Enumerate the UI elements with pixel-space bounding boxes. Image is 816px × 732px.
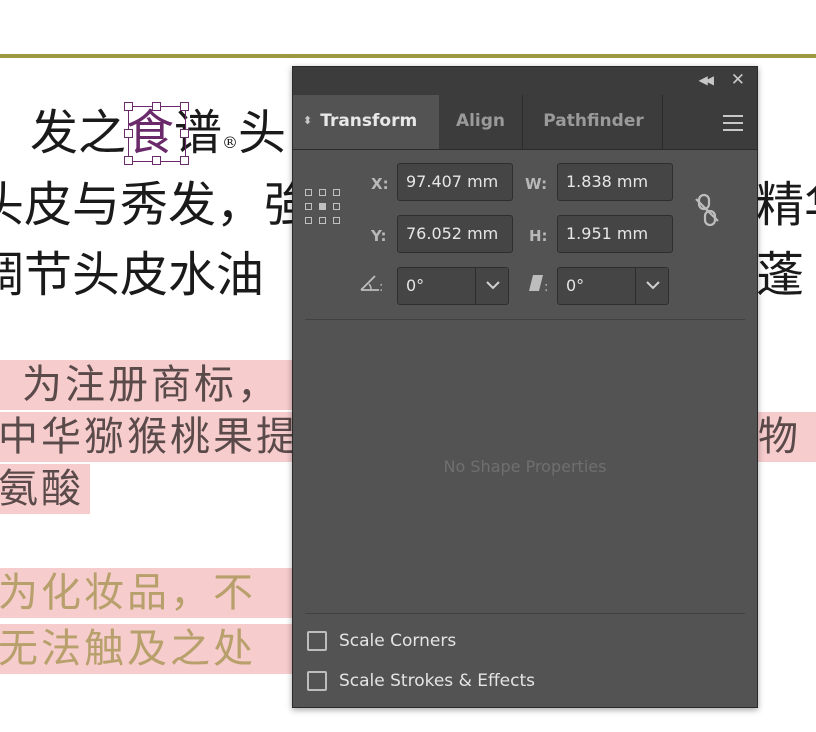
selected-glyph[interactable]: 食 xyxy=(124,98,190,168)
top-rule xyxy=(0,54,816,58)
doc-text: 发之 xyxy=(30,105,127,161)
doc-line-1: 发之食 谱®头 xyxy=(30,98,286,168)
gold-text-2: 无法触及之处 xyxy=(0,626,256,672)
doc-line-2-right: 精华 xyxy=(756,177,816,233)
tab-align[interactable]: Align xyxy=(439,95,523,149)
scale-strokes-label[interactable]: Scale Strokes & Effects xyxy=(339,671,535,691)
selection-handle[interactable] xyxy=(180,102,190,111)
selection-frame xyxy=(128,106,187,162)
highlight-text-3: 氨酸 xyxy=(0,466,84,512)
highlight-text-2-right: 物 xyxy=(758,414,801,460)
registered-mark: ® xyxy=(222,133,239,152)
panel-tabs: ⬍ Transform Align Pathfinder xyxy=(293,95,757,150)
y-field[interactable]: 76.052 mm xyxy=(397,215,513,253)
highlight-text-2: 中华猕猴桃果提 xyxy=(0,414,299,460)
selection-handle[interactable] xyxy=(152,102,162,111)
doc-line-2: 头皮与秀发，強 xyxy=(0,177,313,233)
divider xyxy=(305,319,745,320)
selection-handle[interactable] xyxy=(152,156,162,165)
scale-corners-label[interactable]: Scale Corners xyxy=(339,631,456,651)
tab-label: Transform xyxy=(320,111,418,131)
divider xyxy=(305,613,745,614)
doc-line-3: 调节头皮水油 xyxy=(0,247,265,303)
gold-text-1: 为化妆品，不 xyxy=(0,570,256,616)
panel-menu-icon[interactable] xyxy=(723,115,743,136)
selection-handle[interactable] xyxy=(180,129,190,138)
scale-corners-checkbox[interactable] xyxy=(307,631,327,651)
selection-handle[interactable] xyxy=(180,156,190,165)
h-field[interactable]: 1.951 mm xyxy=(557,215,673,253)
rotate-dropdown[interactable] xyxy=(475,267,510,305)
shear-dropdown[interactable] xyxy=(635,267,670,305)
doc-text: 头 xyxy=(238,105,287,161)
selection-handle[interactable] xyxy=(124,156,134,165)
x-field[interactable]: 97.407 mm xyxy=(397,163,513,201)
highlight-text-1: 为注册商标， xyxy=(22,362,280,408)
tab-pathfinder[interactable]: Pathfinder xyxy=(525,95,663,149)
y-label: Y: xyxy=(371,227,387,245)
x-label: X: xyxy=(371,175,389,193)
w-label: W: xyxy=(525,175,548,193)
selection-handle[interactable] xyxy=(124,129,134,138)
close-icon[interactable]: ✕ xyxy=(731,70,745,90)
empty-message: No Shape Properties xyxy=(443,457,607,476)
constrain-proportions-icon[interactable] xyxy=(693,193,721,231)
transform-panel: ◀◀ ✕ ⬍ Transform Align Pathfinder X: 97.4… xyxy=(292,66,758,708)
selection-handle[interactable] xyxy=(124,102,134,111)
collapse-icon[interactable]: ◀◀ xyxy=(699,73,715,87)
shear-icon: : xyxy=(523,273,551,297)
svg-text::: : xyxy=(379,280,383,293)
doc-line-3-right: 蓬 xyxy=(756,247,805,303)
updown-icon: ⬍ xyxy=(303,114,313,127)
h-label: H: xyxy=(529,227,548,245)
chevron-down-icon xyxy=(486,281,500,290)
rotate-icon: : xyxy=(359,273,385,297)
w-field[interactable]: 1.838 mm xyxy=(557,163,673,201)
scale-strokes-checkbox[interactable] xyxy=(307,671,327,691)
chevron-down-icon xyxy=(646,281,660,290)
panel-titlebar[interactable]: ◀◀ ✕ xyxy=(293,67,757,95)
tab-transform[interactable]: ⬍ Transform xyxy=(293,95,439,149)
svg-text::: : xyxy=(544,280,548,293)
